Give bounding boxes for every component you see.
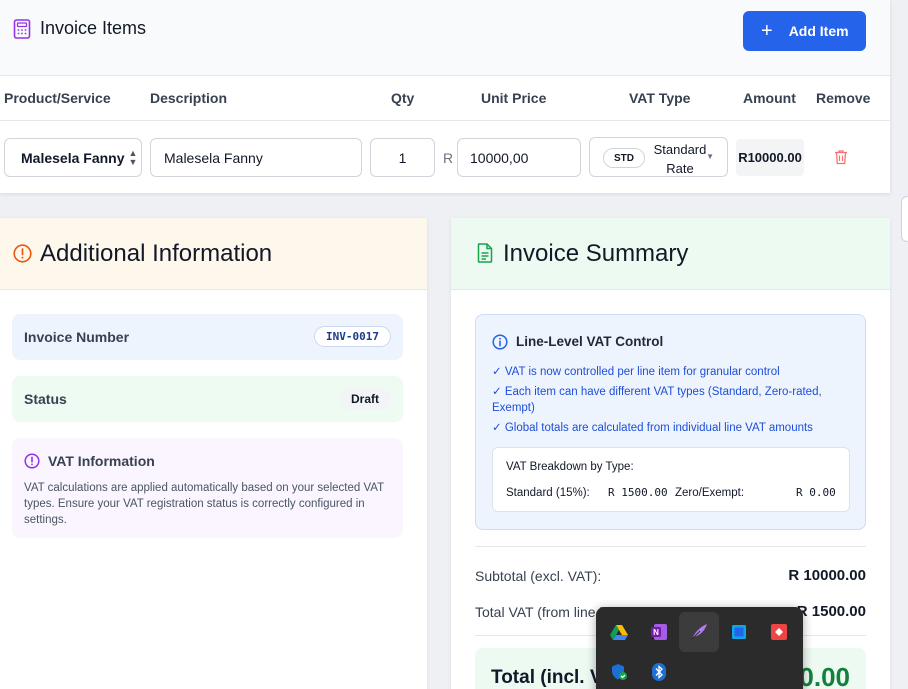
additional-information-title: Additional Information (40, 240, 273, 267)
vat-type-label: Standard Rate (652, 140, 708, 178)
standard-vat-value: R 1500.00 (608, 486, 668, 499)
standard-vat-label: Standard (15%): (506, 487, 590, 499)
add-item-button[interactable]: + Add Item (743, 11, 866, 51)
trash-icon[interactable] (834, 149, 848, 165)
vat-type-badge: STD (603, 148, 645, 168)
vat-type-label-line1: Standard (653, 142, 707, 157)
vat-control-panel: Line-Level VAT Control ✓ VAT is now cont… (475, 314, 866, 530)
vat-type-select[interactable]: STD Standard Rate ▼ (589, 137, 728, 177)
column-header-description: Description (150, 90, 228, 106)
system-tray-overflow: N (596, 607, 803, 689)
vat-type-label-line2: Rate (666, 161, 694, 176)
invoice-items-header: Invoice Items + Add Item (0, 0, 890, 76)
list-item: ✓ Each item can have different VAT types… (492, 386, 822, 414)
invoice-summary-title: Invoice Summary (503, 240, 689, 267)
vat-information-text: VAT calculations are applied automatical… (24, 482, 384, 526)
info-circle-icon (13, 244, 32, 263)
product-select-value: Malesela Fanny (21, 149, 125, 166)
zero-exempt-label: Zero/Exempt: (675, 487, 745, 499)
bluetooth-icon[interactable] (639, 652, 679, 689)
info-circle-icon (492, 334, 508, 350)
column-header-vat-type: VAT Type (629, 90, 691, 106)
column-header-remove: Remove (816, 90, 871, 106)
currency-symbol: R (443, 150, 454, 166)
column-header-qty: Qty (391, 90, 415, 106)
add-item-label: Add Item (788, 23, 849, 39)
qty-input[interactable]: 1 (370, 138, 435, 177)
vat-breakdown-title: VAT Breakdown by Type: (506, 461, 634, 473)
invoice-items-title: Invoice Items (40, 18, 147, 38)
google-drive-icon[interactable] (599, 612, 639, 652)
document-icon (477, 243, 493, 263)
summary-divider (475, 546, 866, 547)
unit-price-input[interactable]: 10000,00 (457, 138, 581, 177)
invoice-number-badge: INV-0017 (314, 326, 391, 347)
scrollbar-handle[interactable] (901, 196, 908, 242)
plus-icon: + (761, 20, 773, 42)
total-vat-value: R 1500.00 (796, 603, 866, 620)
vat-control-points: ✓ VAT is now controlled per line item fo… (492, 364, 857, 440)
column-header-unit-price: Unit Price (481, 90, 547, 106)
additional-information-header: Additional Information (0, 218, 427, 290)
vat-information-panel: VAT Information VAT calculations are app… (12, 438, 403, 538)
calculator-icon (13, 19, 31, 39)
svg-text:N: N (653, 628, 659, 637)
subtotal-row: Subtotal (excl. VAT): R 10000.00 (475, 567, 866, 584)
invoice-number-label: Invoice Number (24, 329, 130, 345)
table-divider (0, 120, 890, 121)
list-item: ✓ VAT is now controlled per line item fo… (492, 366, 780, 378)
product-select[interactable]: Malesela Fanny ▲ ▼ (4, 138, 142, 177)
status-label: Status (24, 391, 67, 407)
zero-exempt-value: R 0.00 (796, 486, 836, 499)
store-icon[interactable] (719, 612, 759, 652)
column-header-product: Product/Service (4, 90, 111, 106)
onenote-icon[interactable]: N (639, 612, 679, 652)
additional-information-card: Additional Information Invoice Number IN… (0, 218, 427, 689)
updown-chevron-icon: ▲ ▼ (128, 148, 138, 167)
invoice-number-row: Invoice Number INV-0017 (12, 314, 403, 360)
invoice-summary-header: Invoice Summary (451, 218, 890, 290)
subtotal-label: Subtotal (excl. VAT): (475, 568, 602, 584)
list-item: ✓ Global totals are calculated from indi… (492, 422, 813, 434)
subtotal-value: R 10000.00 (788, 567, 866, 584)
vat-breakdown-box: VAT Breakdown by Type: Standard (15%): R… (492, 447, 850, 512)
vat-information-title: VAT Information (48, 453, 155, 469)
alert-circle-icon (24, 453, 40, 469)
invoice-items-card: Invoice Items + Add Item Product/Service… (0, 0, 890, 193)
line-amount: R10000.00 (736, 139, 804, 176)
column-header-amount: Amount (743, 90, 796, 106)
chevron-down-icon: ▼ (706, 152, 714, 161)
vat-control-title: Line-Level VAT Control (516, 334, 664, 349)
quill-icon[interactable] (679, 612, 719, 652)
anydesk-icon[interactable] (759, 612, 799, 652)
description-input[interactable]: Malesela Fanny (150, 138, 362, 177)
windows-security-icon[interactable] (599, 652, 639, 689)
status-row: Status Draft (12, 376, 403, 422)
status-badge: Draft (338, 388, 391, 410)
